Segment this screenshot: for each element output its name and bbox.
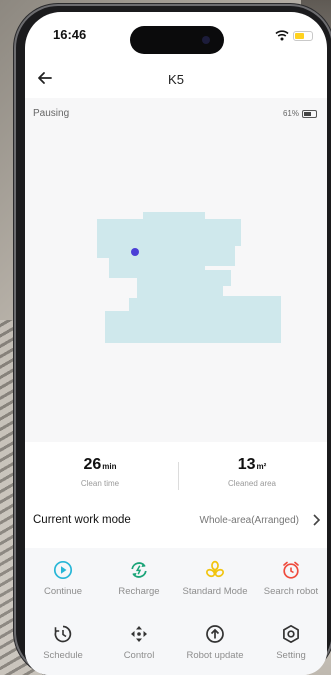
continue-label: Continue [43,586,83,597]
app-screen: 16:46 K5 Pausing 61% 26min Clean time 13… [25,12,327,675]
robot-position-marker [131,248,139,256]
clean-time-stat: 26min Clean time [25,456,175,488]
phone-battery-icon [293,31,313,41]
cleaned-area-value: 13 [237,456,256,473]
directional-arrows-icon [131,626,147,642]
page-title: K5 [168,72,184,87]
camera-icon [202,36,210,44]
clean-time-value: 26 [83,456,102,473]
schedule-button[interactable]: Schedule [25,624,101,661]
setting-button[interactable]: Setting [253,624,327,661]
control-button[interactable]: Control [101,624,177,661]
recharge-label: Recharge [118,586,160,597]
work-mode-row[interactable]: Current work mode Whole-area(Arranged) [25,506,327,536]
map-canvas [97,212,281,343]
recharge-button[interactable]: Recharge [101,560,177,597]
cleaned-area-unit: m² [256,462,267,471]
status-bar: 16:46 [25,12,327,58]
recharge-icon [131,562,147,578]
cleaned-area-label: Cleaned area [227,479,277,488]
fan-icon [205,560,225,578]
standard-mode-button[interactable]: Standard Mode [177,560,253,597]
control-label: Control [123,650,155,661]
robot-update-button[interactable]: Robot update [177,624,253,661]
robot-state: Pausing [33,108,70,119]
continue-button[interactable]: Continue [25,560,101,597]
nav-bar: K5 [25,64,327,96]
setting-label: Setting [276,650,306,661]
play-circle-icon [53,560,73,580]
cleaned-area-stat: 13m² Cleaned area [177,456,327,488]
robot-update-label: Robot update [186,650,244,661]
cleaning-stats: 26min Clean time 13m² Cleaned area [25,442,327,502]
cleaning-map[interactable]: Pausing 61% [25,98,327,442]
clean-time-label: Clean time [80,479,120,488]
upload-arrow-icon [206,625,224,643]
schedule-label: Schedule [43,650,83,661]
schedule-clock-icon [54,625,72,643]
search-robot-label: Search robot [263,586,319,597]
robot-battery-text: 61% [282,109,299,118]
standard-mode-label: Standard Mode [182,586,248,597]
alarm-icon [283,561,299,579]
search-robot-button[interactable]: Search robot [253,560,327,597]
robot-battery: 61% [283,109,317,118]
work-mode-value: Whole-area(Arranged) [199,515,300,526]
robot-battery-icon [302,109,317,118]
action-panel: Continue Recharge Standard Mode Search r… [25,548,327,675]
wifi-icon [275,30,289,41]
gear-icon [283,624,299,644]
dynamic-island [130,26,224,54]
clean-time-unit: min [102,462,117,471]
work-mode-label: Current work mode [33,514,131,526]
chevron-right-icon [313,514,321,526]
status-time: 16:46 [53,27,87,42]
cleaned-region [97,212,281,343]
